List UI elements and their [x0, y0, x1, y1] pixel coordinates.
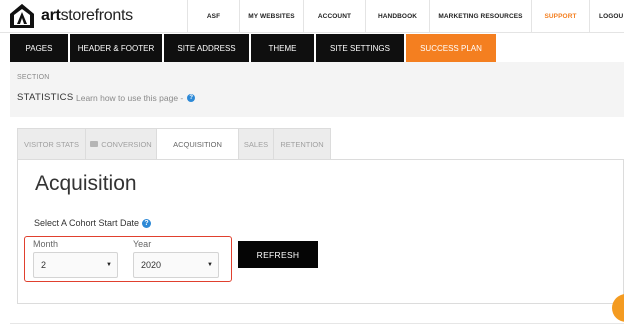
subnav-site-settings[interactable]: SITE SETTINGS: [316, 34, 404, 62]
subnav-site-address[interactable]: SITE ADDRESS: [164, 34, 249, 62]
divider: [10, 323, 624, 324]
topnav-account[interactable]: ACCOUNT: [303, 0, 365, 33]
section-label: SECTION: [17, 74, 50, 81]
acquisition-heading: Acquisition: [35, 172, 137, 195]
stats-tabs: VISITOR STATS CONVERSION ACQUISITION SAL…: [17, 128, 331, 160]
subnav-theme[interactable]: THEME: [251, 34, 314, 62]
month-label: Month: [33, 239, 59, 249]
tab-sales[interactable]: SALES: [238, 128, 273, 160]
page-title: STATISTICS: [17, 92, 74, 103]
learn-how-text: Learn how to use this page -: [76, 93, 184, 103]
tab-visitor-stats[interactable]: VISITOR STATS: [17, 128, 85, 160]
help-icon[interactable]: ?: [142, 218, 152, 228]
topnav-my-websites[interactable]: MY WEBSITES: [239, 0, 303, 33]
top-bar: artstorefronts ASF MY WEBSITES ACCOUNT H…: [0, 0, 624, 33]
learn-how-link[interactable]: Learn how to use this page - ?: [76, 93, 196, 103]
topnav-support[interactable]: SUPPORT: [531, 0, 589, 33]
tab-conversion[interactable]: CONVERSION: [85, 128, 156, 160]
top-navigation: ASF MY WEBSITES ACCOUNT HANDBOOK MARKETI…: [187, 0, 624, 33]
refresh-button[interactable]: REFRESH: [238, 241, 318, 268]
camera-icon: [90, 141, 99, 147]
tab-conversion-label: CONVERSION: [101, 139, 152, 149]
subnav-header-footer[interactable]: HEADER & FOOTER: [70, 34, 162, 62]
year-label: Year: [133, 239, 152, 249]
help-icon[interactable]: ?: [187, 94, 196, 102]
site-editor-nav: PAGES HEADER & FOOTER SITE ADDRESS THEME…: [10, 34, 496, 62]
month-value: 2: [41, 260, 47, 270]
topnav-asf[interactable]: ASF: [187, 0, 239, 33]
cohort-label-text: Select A Cohort Start Date: [34, 218, 140, 228]
dropdown-arrow-icon: ▼: [106, 262, 112, 268]
brand-logo[interactable]: artstorefronts: [9, 3, 133, 29]
topnav-logout[interactable]: LOGOU: [589, 0, 624, 33]
brand-name: artstorefronts: [41, 7, 133, 24]
subnav-success-plan[interactable]: SUCCESS PLAN: [406, 34, 496, 62]
subnav-pages[interactable]: PAGES: [10, 34, 68, 62]
topnav-handbook[interactable]: HANDBOOK: [365, 0, 429, 33]
year-value: 2020: [141, 260, 162, 270]
dropdown-arrow-icon: ▼: [207, 262, 213, 268]
tab-acquisition[interactable]: ACQUISITION: [156, 128, 238, 160]
month-select[interactable]: 2 ▼: [33, 252, 118, 278]
house-logo-icon: [10, 4, 34, 28]
topnav-marketing-resources[interactable]: MARKETING RESOURCES: [429, 0, 531, 33]
year-select[interactable]: 2020 ▼: [133, 252, 219, 278]
tab-retention[interactable]: RETENTION: [273, 128, 331, 160]
section-header: [10, 62, 624, 117]
cohort-start-label: Select A Cohort Start Date ?: [34, 218, 152, 228]
